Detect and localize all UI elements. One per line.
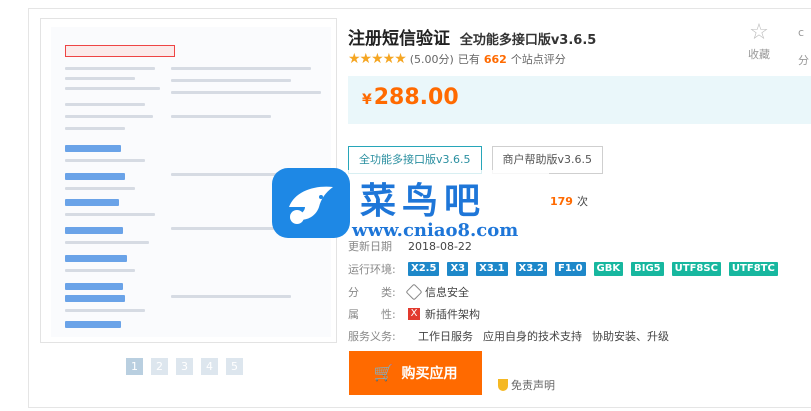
rating-prefix: 已有 — [457, 53, 480, 66]
service-item: 工作日服务 — [418, 330, 473, 343]
env-tag: F1.0 — [554, 262, 586, 276]
rating-score: (5.00分) — [409, 53, 454, 66]
price-box: ¥288.00 — [348, 76, 811, 124]
product-edition: 全功能多接口版v3.6.5 — [459, 33, 597, 48]
buy-button[interactable]: 🛒 购买应用 — [349, 351, 482, 395]
thumbnail-pager: 1 2 3 4 5 — [126, 358, 243, 375]
env-tag: GBK — [593, 262, 624, 276]
env-tag: BIG5 — [631, 262, 664, 276]
update-date-value: 2018-08-22 — [408, 239, 472, 253]
product-title: 注册短信验证 全功能多接口版v3.6.5 — [348, 24, 596, 49]
env-tag: UTF8TC — [728, 262, 778, 276]
category-row: 分 类: 信息安全 — [348, 283, 469, 301]
env-label: 运行环境: — [348, 263, 396, 276]
property-value: 新插件架构 — [425, 308, 480, 321]
cart-icon: 🛒 — [373, 365, 394, 382]
bird-logo-icon — [272, 168, 350, 238]
star-rating-icon: ★★★★★ — [348, 51, 407, 67]
rating-count: 662 — [483, 52, 507, 66]
price: ¥288.00 — [362, 85, 459, 110]
env-tag: X3 — [447, 262, 469, 276]
category-label: 分 类: — [348, 286, 396, 299]
thumbnail-2[interactable]: 2 — [151, 358, 168, 375]
env-row: 运行环境: X2.5 X3 X3.1 X3.2 F1.0 GBK BIG5 UT… — [348, 261, 786, 277]
star-outline-icon: ☆ — [749, 20, 769, 45]
service-item: 协助安装、升级 — [592, 330, 669, 343]
watermark-url: www.cniao8.com — [352, 220, 519, 241]
thumbnail-4[interactable]: 4 — [201, 358, 218, 375]
share-button[interactable]: 分 — [798, 52, 809, 68]
disclaimer-link[interactable]: 免责声明 — [498, 377, 555, 393]
plugin-architecture-icon: X — [408, 308, 420, 320]
product-name: 注册短信验证 — [348, 29, 450, 49]
price-value: 288.00 — [373, 85, 459, 110]
favorite-button[interactable]: ☆ 收藏 — [742, 20, 776, 62]
service-row: 服务义务: 工作日服务 应用自身的技术支持 协助安装、升级 — [348, 328, 679, 344]
property-label: 属 性: — [348, 308, 396, 321]
tag-icon — [405, 283, 423, 301]
install-count-suffix: 次 — [576, 195, 588, 208]
rating-suffix: 个站点评分 — [510, 53, 566, 66]
thumbnail-3[interactable]: 3 — [176, 358, 193, 375]
rating-row: ★★★★★ (5.00分) 已有 662 个站点评分 — [348, 51, 566, 67]
shield-icon — [498, 379, 508, 391]
env-tag: X3.2 — [515, 262, 547, 276]
share-fragment-top: c — [798, 26, 805, 39]
env-tag: UTF8SC — [671, 262, 721, 276]
install-count: 179 次 — [550, 193, 588, 209]
thumbnail-1[interactable]: 1 — [126, 358, 143, 375]
watermark-brand: 菜鸟吧 — [360, 180, 487, 222]
favorite-label: 收藏 — [748, 48, 770, 61]
category-value[interactable]: 信息安全 — [425, 284, 469, 300]
preview-highlight — [65, 45, 175, 57]
install-count-value: 179 — [550, 194, 573, 208]
env-tag: X2.5 — [408, 262, 440, 276]
thumbnail-5[interactable]: 5 — [226, 358, 243, 375]
service-label: 服务义务: — [348, 330, 396, 343]
property-row: 属 性: X 新插件架构 — [348, 306, 480, 322]
env-tag: X3.1 — [476, 262, 508, 276]
buy-button-label: 购买应用 — [401, 365, 458, 381]
currency-symbol: ¥ — [362, 92, 372, 108]
disclaimer-label: 免责声明 — [511, 379, 555, 392]
service-item: 应用自身的技术支持 — [483, 330, 582, 343]
